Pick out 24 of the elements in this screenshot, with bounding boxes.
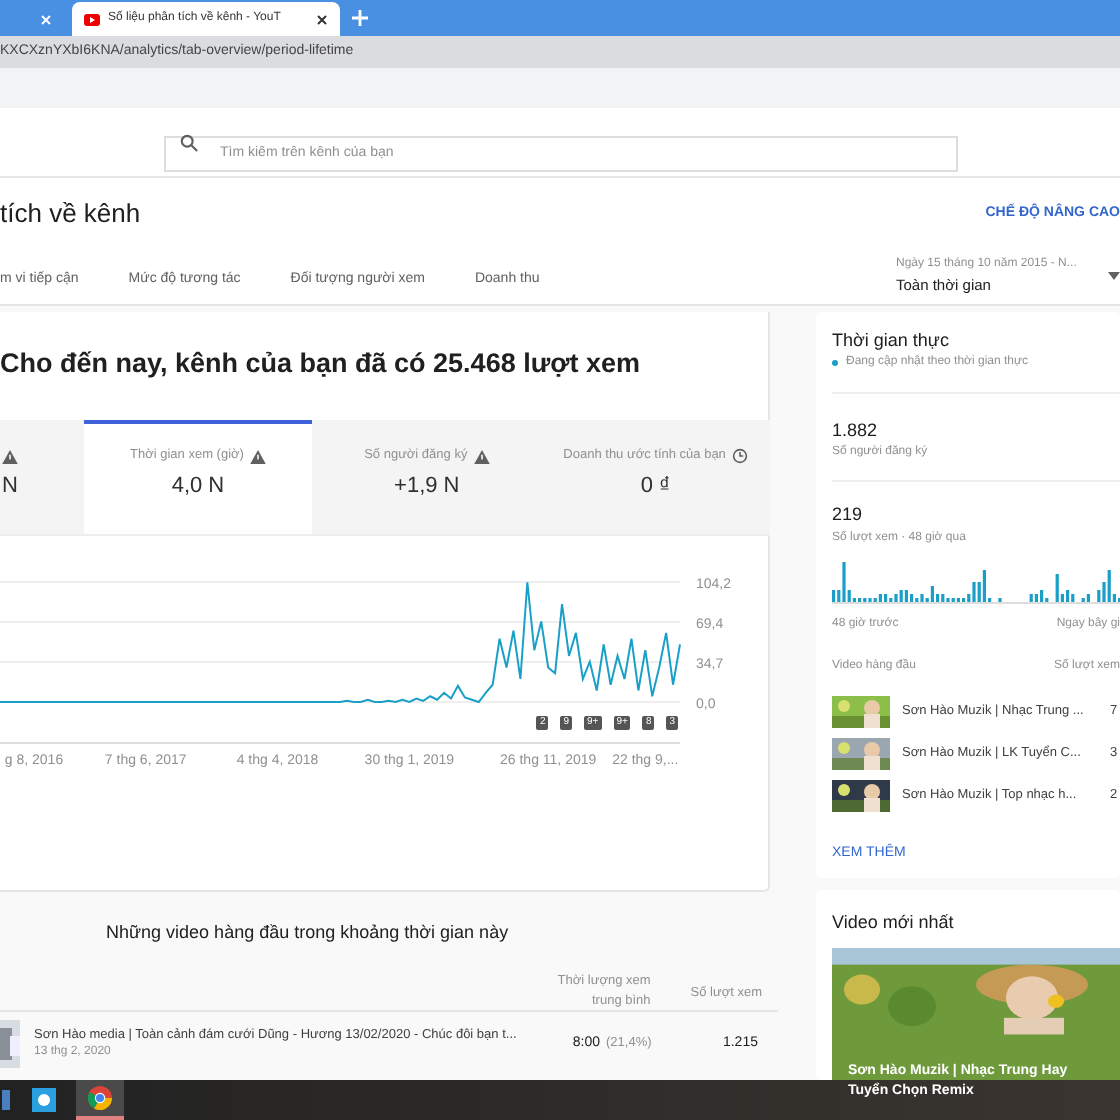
search-icon [180, 134, 198, 152]
metric-value: 0 ₫ [640, 472, 671, 502]
app-icon [2, 1090, 10, 1110]
metric-tab[interactable]: N [0, 420, 84, 534]
subscriber-count: 1.882 [832, 417, 880, 443]
live-status-icon [832, 360, 838, 366]
warning-icon [473, 449, 490, 463]
close-icon[interactable] [316, 13, 328, 25]
section-title: Những video hàng đầu trong khoảng thời gian này [104, 920, 511, 946]
metric-value: N [2, 472, 18, 502]
page-title: tích về kênh [0, 196, 141, 233]
card-title: Video mới nhất [832, 910, 956, 936]
warning-icon [249, 449, 266, 463]
view-count: 219 [832, 502, 865, 528]
browser-icon [88, 1086, 112, 1110]
video-play-icon [84, 13, 100, 25]
metric-value: +1,9 N [394, 472, 460, 502]
app-icon [32, 1088, 56, 1112]
metric-value: 4,0 N [171, 472, 225, 502]
headline: Cho đến nay, kênh của bạn đã có 25.468 lượt xem [0, 346, 642, 382]
new-tab-icon[interactable] [352, 10, 368, 26]
card-title: Thời gian thực [832, 328, 951, 354]
clock-icon [731, 448, 748, 464]
caret-icon [1108, 272, 1120, 281]
